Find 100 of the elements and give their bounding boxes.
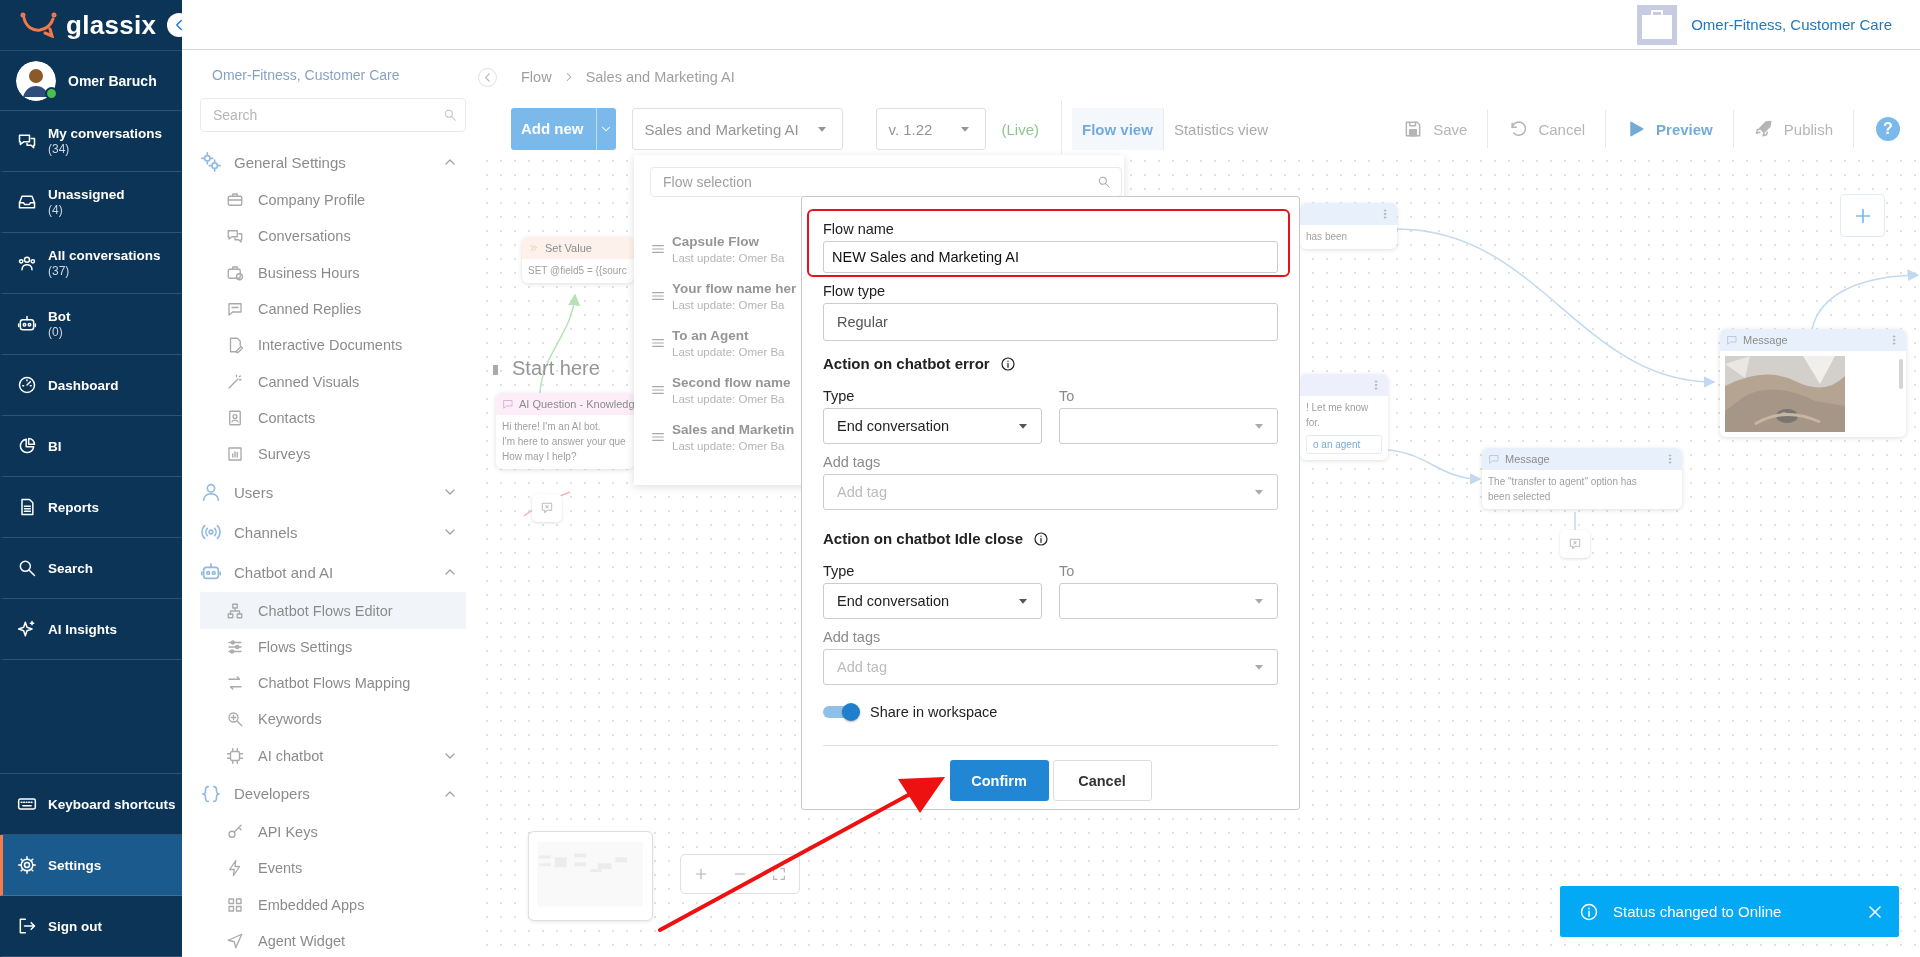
group-label: Developers <box>234 785 311 803</box>
search-placeholder: Search <box>213 107 258 123</box>
type-select[interactable]: End conversation <box>823 408 1042 444</box>
briefcase-clock-icon <box>226 263 244 282</box>
node-text: has been <box>1306 230 1349 243</box>
add-node-button[interactable] <box>1840 194 1885 237</box>
submenu-item[interactable]: Company Profile <box>200 182 466 219</box>
submenu-item[interactable]: Chatbot Flows Editor <box>200 592 466 629</box>
info-icon <box>1579 901 1599 922</box>
view-tab[interactable]: Flow view <box>1072 108 1164 150</box>
rocket-icon <box>1753 119 1774 139</box>
info-icon <box>999 355 1016 372</box>
flow-node[interactable]: Set Value SET @field5 = {{sourc <box>522 237 634 283</box>
item-label: Canned Replies <box>258 301 363 318</box>
live-status: (Live) <box>1001 120 1039 138</box>
nav-item[interactable]: AI Insights <box>0 599 182 660</box>
nav-item[interactable]: Settings <box>0 835 182 896</box>
users-icon <box>17 253 37 273</box>
flow-list-item[interactable]: Capsule Flow Last update: Omer Ba <box>650 225 798 272</box>
flow-node[interactable]: has been <box>1300 203 1397 249</box>
search-field[interactable]: Search <box>200 98 466 132</box>
submenu-item[interactable]: Events <box>200 850 466 887</box>
arrows-icon <box>226 674 244 693</box>
settings-group[interactable]: Users <box>200 472 466 513</box>
submenu-item[interactable]: Contacts <box>200 399 466 437</box>
item-label: AI chatbot <box>258 747 325 764</box>
flow-title: Capsule Flow <box>672 233 760 249</box>
flow-node[interactable]: AI Question - Knowledg Hi there! I'm an AI bot. I'm here to answer your que How may I help? <box>496 393 634 469</box>
nav-item[interactable]: Reports <box>0 477 182 538</box>
field-label: Add tags <box>823 629 882 646</box>
submenu-item[interactable]: Conversations <box>200 218 466 255</box>
breadcrumb-item[interactable]: Flow <box>521 69 552 85</box>
share-toggle[interactable] <box>823 701 860 723</box>
flow-node[interactable]: ! Let me know for. o an agent <box>1300 374 1388 460</box>
flow-list-item[interactable]: Second flow name Last update: Omer Ba <box>650 366 798 413</box>
flow-list-item[interactable]: Your flow name her Last update: Omer Ba <box>650 272 798 319</box>
submenu-item[interactable]: Interactive Documents <box>200 327 466 364</box>
node-text: How may I help? <box>502 450 578 463</box>
nav-label: Dashboard <box>48 376 119 394</box>
toggle-label: Share in workspace <box>870 704 998 720</box>
submenu-item[interactable]: API Keys <box>200 813 466 851</box>
end-node[interactable] <box>532 494 562 522</box>
help-button[interactable]: ? <box>1876 117 1900 141</box>
field-label: Type <box>823 388 856 405</box>
submenu-item[interactable]: Agent Widget <box>200 922 466 957</box>
item-label: Chatbot Flows Mapping <box>258 675 412 692</box>
nav-item[interactable]: BI <box>0 416 182 477</box>
submenu-item[interactable]: Business Hours <box>200 254 466 291</box>
node-title: AI Question - Knowledg <box>519 398 634 410</box>
view-tab[interactable]: Statistics view <box>1163 108 1279 150</box>
confirm-button[interactable]: Confirm <box>949 760 1049 801</box>
flow-list-item[interactable]: To an Agent Last update: Omer Ba <box>650 319 798 366</box>
nav-item[interactable]: Unassigned (4) <box>0 172 182 233</box>
nav-item[interactable]: My conversations (34) <box>0 111 182 172</box>
settings-group[interactable]: Developers <box>200 773 466 814</box>
minimap[interactable] <box>528 831 653 921</box>
node-option-button[interactable]: o an agent <box>1306 435 1382 454</box>
submenu-item[interactable]: Surveys <box>200 436 466 473</box>
node-text: been selected <box>1488 490 1552 503</box>
flow-list-item[interactable]: Sales and Marketin Last update: Omer Ba <box>650 413 798 460</box>
submenu-item[interactable]: AI chatbot <box>200 737 466 774</box>
flow-subtitle: Last update: Omer Ba <box>672 298 786 311</box>
version-select[interactable]: v. 1.22 <box>875 108 986 150</box>
fit-screen-icon[interactable] <box>771 866 788 882</box>
end-node[interactable] <box>1560 530 1590 558</box>
flow-name-field[interactable]: NEW Sales and Marketing AI <box>823 241 1278 273</box>
nav-item[interactable]: Dashboard <box>0 355 182 416</box>
add-new-button[interactable]: Add new <box>511 108 616 150</box>
account-name[interactable]: Omer-Fitness, Customer Care <box>1691 16 1892 33</box>
speech-bubble-icon <box>1726 334 1738 346</box>
submenu-item[interactable]: Canned Replies <box>200 290 466 328</box>
to-select[interactable] <box>1059 583 1278 619</box>
chat-icon <box>226 227 244 246</box>
settings-group[interactable]: General Settings <box>200 142 466 182</box>
settings-group[interactable]: Chatbot and AI <box>200 552 466 593</box>
avatar <box>16 60 56 101</box>
nav-item[interactable]: All conversations (37) <box>0 233 182 294</box>
preview-button[interactable]: Preview <box>1606 108 1733 150</box>
settings-group[interactable]: Channels <box>200 512 466 553</box>
nav-count: (4) <box>48 203 64 218</box>
nav-item[interactable]: Sign out <box>0 896 182 957</box>
type-select[interactable]: End conversation <box>823 583 1042 619</box>
collapse-panel-button[interactable] <box>478 67 497 87</box>
flow-node[interactable]: Message <box>1720 329 1906 437</box>
submenu-item[interactable]: Keywords <box>200 701 466 738</box>
flow-type-field[interactable]: Regular <box>823 303 1278 341</box>
submenu-item[interactable]: Chatbot Flows Mapping <box>200 664 466 702</box>
group-label: Channels <box>234 523 299 541</box>
robot-icon <box>17 314 37 334</box>
nav-item[interactable]: Search <box>0 538 182 599</box>
submenu-item[interactable]: Flows Settings <box>200 628 466 665</box>
submenu-item[interactable]: Embedded Apps <box>200 886 466 923</box>
group-label: Users <box>234 483 275 501</box>
pie-chart-icon <box>17 436 37 456</box>
nav-item[interactable]: Bot (0) <box>0 294 182 355</box>
flow-node[interactable]: Message The "transfer to agent" option has been selected <box>1482 448 1682 509</box>
flow-select[interactable]: Sales and Marketing AI <box>631 108 843 150</box>
to-select[interactable] <box>1059 408 1278 444</box>
submenu-item[interactable]: Canned Visuals <box>200 363 466 400</box>
cancel-button[interactable]: Cancel <box>1052 760 1152 801</box>
